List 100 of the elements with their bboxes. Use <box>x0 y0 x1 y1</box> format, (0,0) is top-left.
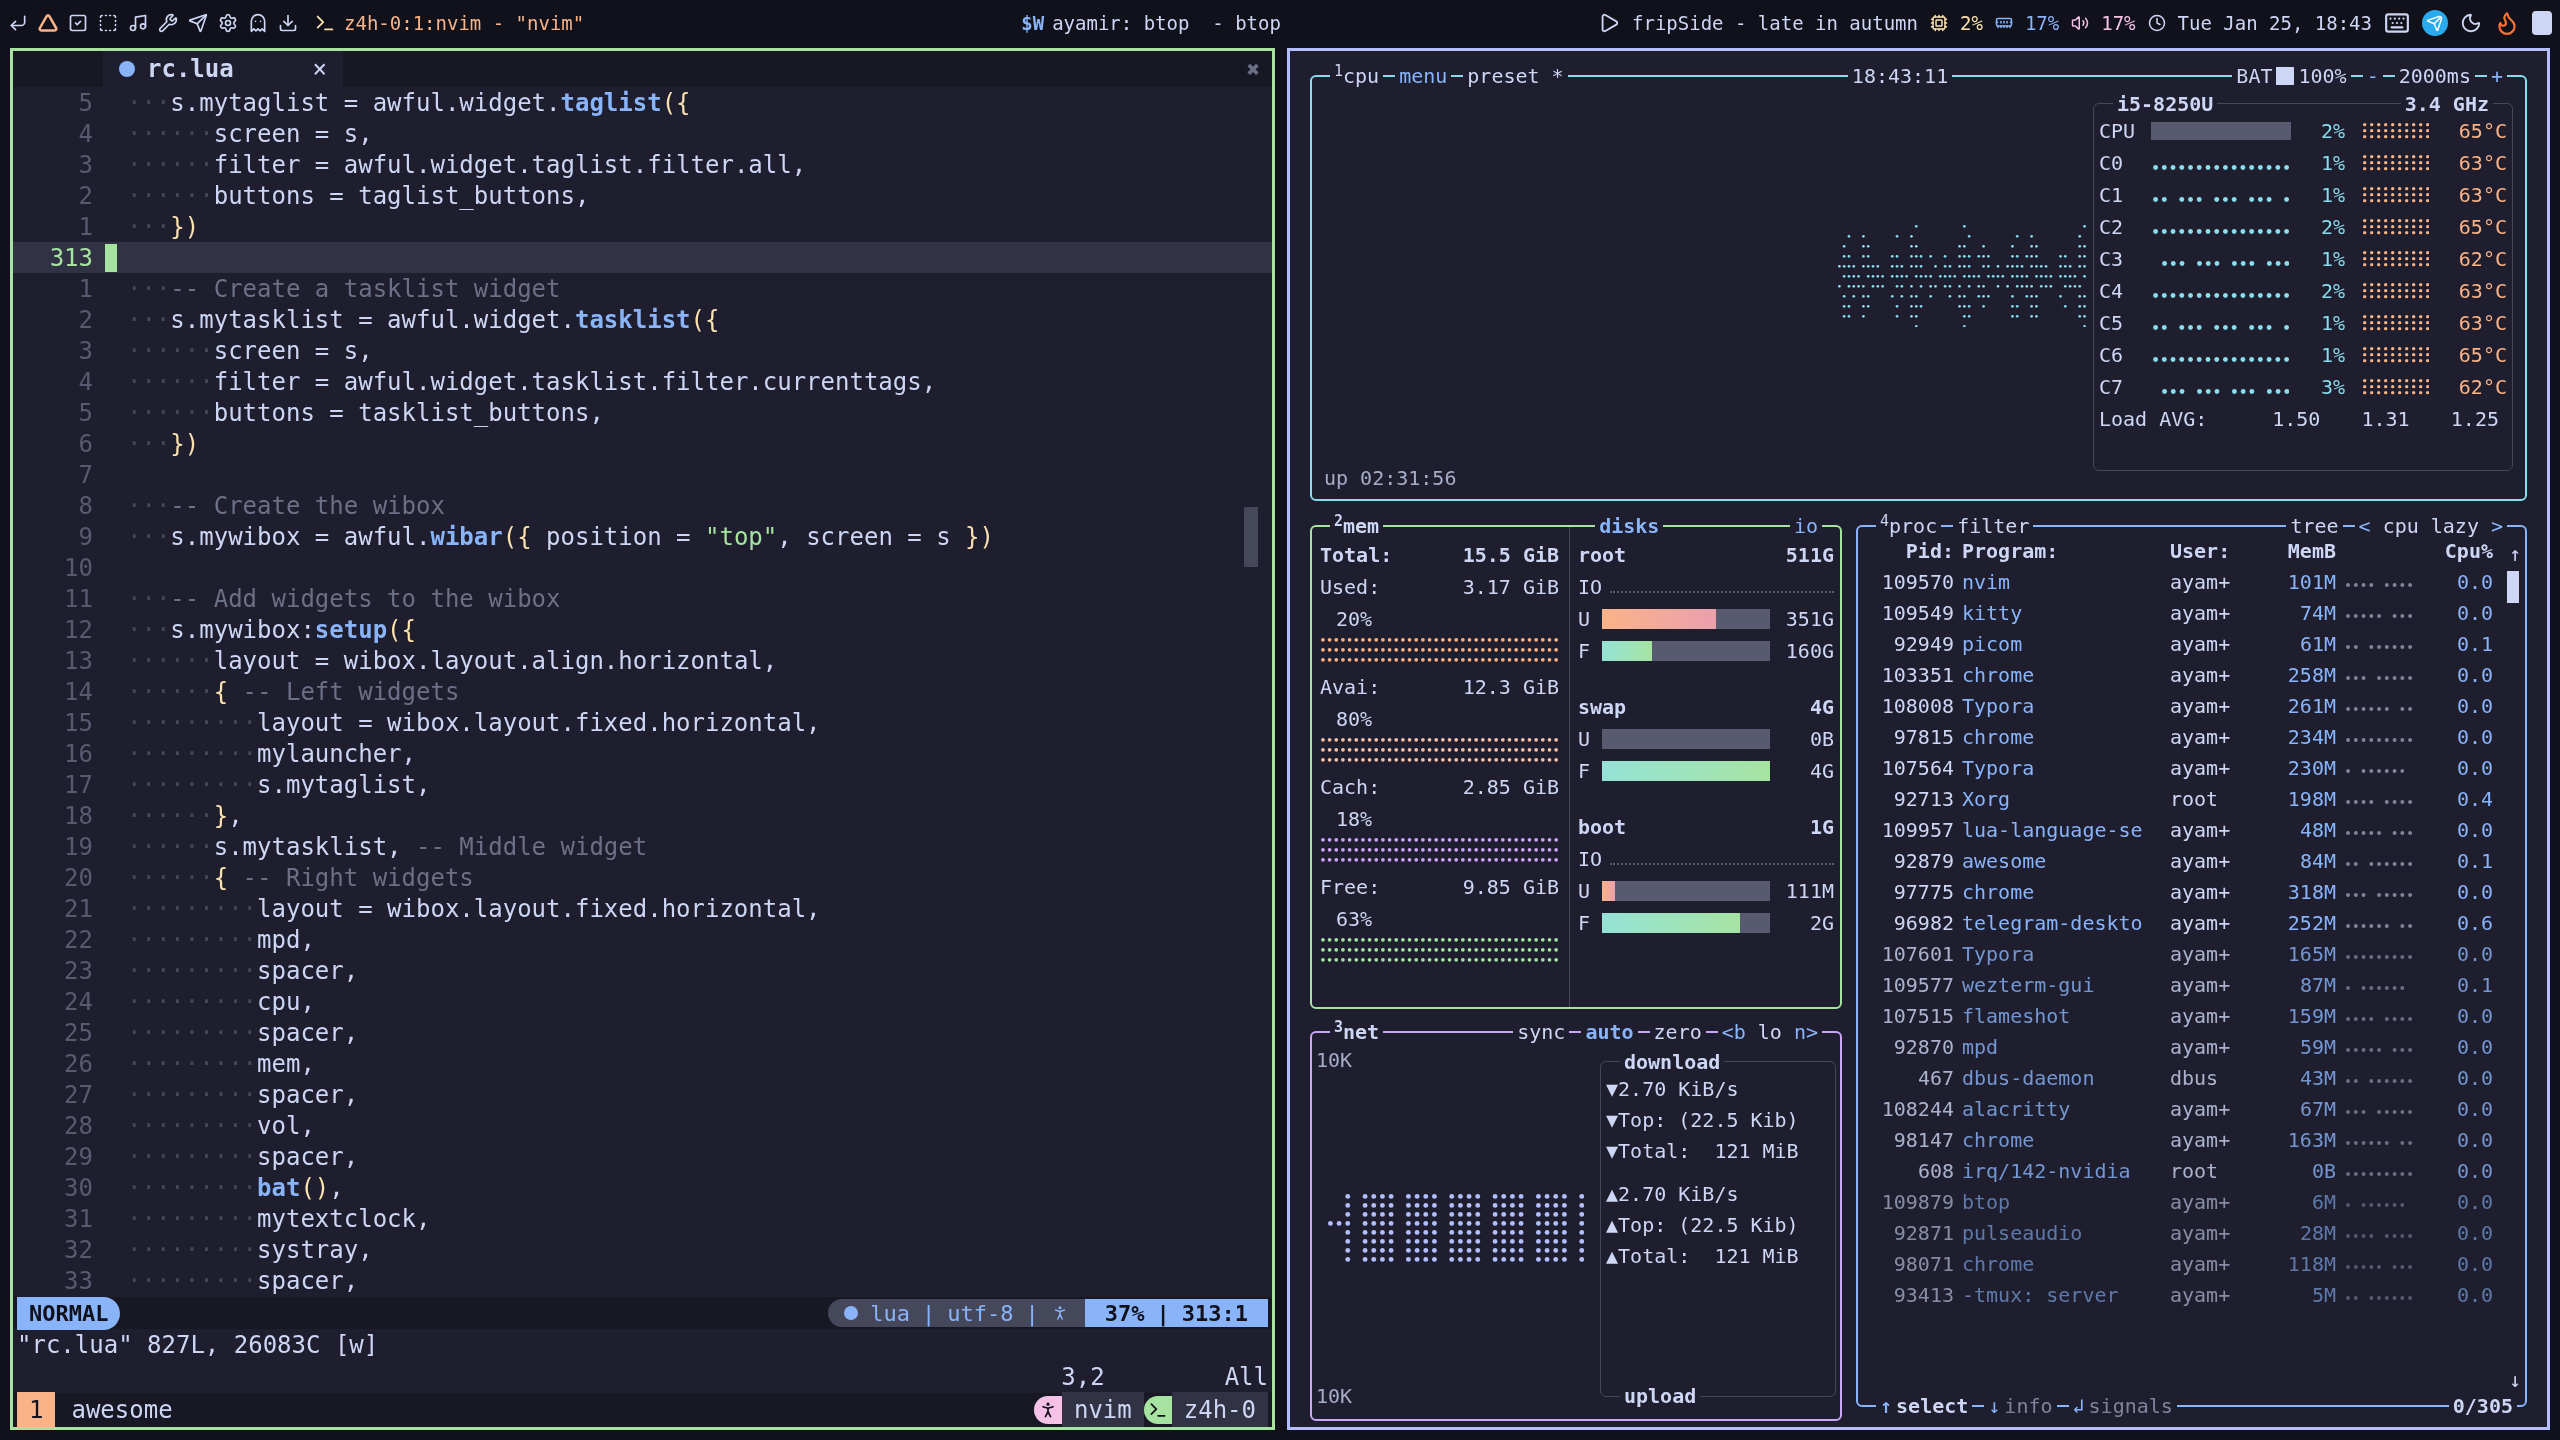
key-hint-arrow: ↲ <box>2072 1393 2085 1420</box>
cpu-cell-text: 0.0 <box>2455 1188 2493 1216</box>
memory-cell-text: 230M <box>2286 754 2336 782</box>
line-number: 3 <box>77 149 94 181</box>
code-line: ·········spacer, <box>127 1141 359 1173</box>
next-sort-label: > <box>2490 513 2503 540</box>
code-line: ·········spacer, <box>127 1079 359 1111</box>
load-average-value: 1.31 <box>2360 406 2411 433</box>
net-stat: Total: 121 MiB <box>1618 1137 1799 1165</box>
triangle-icon[interactable] <box>38 13 58 33</box>
column-header: User: <box>2170 537 2232 565</box>
core-temperature: 62°C <box>2458 374 2507 401</box>
scrollbar-thumb[interactable] <box>1244 507 1258 567</box>
user-cell-text: ayam+ <box>2170 754 2232 782</box>
user-cell-text: ayam+ <box>2170 568 2232 596</box>
scrollbar-thumb[interactable] <box>2507 571 2519 603</box>
memory-cell-text: 163M <box>2286 1126 2336 1154</box>
io-label: IO <box>1578 574 1603 601</box>
tab-close-button[interactable]: × <box>312 51 327 87</box>
file-tab[interactable]: rc.lua × <box>103 51 343 87</box>
disk-size: 1G <box>1809 814 1834 841</box>
code-line: ······s.mytasklist, -- Middle widget <box>127 831 648 863</box>
line-number: 24 <box>63 986 94 1018</box>
line-number: 28 <box>63 1110 94 1142</box>
memory-percent: 20% <box>1335 606 1374 633</box>
core-label: C3 <box>2099 246 2125 273</box>
temperature-graph <box>2362 283 2430 299</box>
memory-label: Total: <box>1320 542 1393 569</box>
core-usage-percent: 1% <box>2319 310 2345 337</box>
pid-cell-text: 92879 <box>1892 847 1954 875</box>
separator-text: | <box>922 1299 936 1329</box>
key-hint-label: info <box>2004 1393 2053 1420</box>
paper-plane-icon[interactable] <box>188 13 208 33</box>
app-glyph: $W <box>1021 10 1045 36</box>
key-hint-label: select <box>1896 1393 1969 1420</box>
user-cell-text: ayam+ <box>2170 723 2232 751</box>
cpu-history-graph <box>2345 1234 2413 1238</box>
keyboard-icon[interactable] <box>2384 10 2410 36</box>
cpu-cell-text: 0.0 <box>2455 1250 2493 1278</box>
line-number: 16 <box>63 738 94 770</box>
graph-scale-label: 10K <box>1316 1047 1354 1074</box>
line-number: 15 <box>63 707 94 739</box>
cpu-cell-text: 0.0 <box>2455 1281 2493 1309</box>
core-temperature: 65°C <box>2458 118 2507 145</box>
temperature-graph <box>2362 315 2430 331</box>
memory-cell-text: 67M <box>2298 1095 2336 1123</box>
download-icon[interactable] <box>278 13 298 33</box>
memory-percent: 18% <box>1335 806 1374 833</box>
disk-value: 351G <box>1784 606 1834 633</box>
user-cell-text: ayam+ <box>2170 1126 2232 1154</box>
message-text: "rc.lua" 827L, 26083C [w] <box>17 1330 379 1361</box>
moon-icon[interactable] <box>2460 12 2482 34</box>
cpu-cell-text: 0.0 <box>2455 1002 2493 1030</box>
sort-mode: cpu lazy <box>2382 513 2479 540</box>
code-line: ······screen = s, <box>127 335 373 367</box>
core-usage-percent: 3% <box>2319 374 2345 401</box>
ghost-icon[interactable] <box>248 13 268 33</box>
memory-cell-text: 59M <box>2298 1033 2336 1061</box>
net-stat: 2.70 KiB/s <box>1618 1075 1739 1103</box>
memory-label: Free: <box>1320 874 1381 901</box>
line-number: 5 <box>77 397 94 429</box>
cpu-cell-text: 0.0 <box>2455 1033 2493 1061</box>
line-number: 30 <box>63 1172 94 1204</box>
cpu-history-graph <box>2345 1172 2413 1176</box>
music-note-icon[interactable] <box>128 13 148 33</box>
memory-cell-text: 198M <box>2286 785 2336 813</box>
program-cell-text: Typora <box>1962 940 2036 968</box>
volume-text: 17% <box>2101 10 2136 36</box>
cpu-cell-text: 0.0 <box>2455 723 2493 751</box>
settings-icon[interactable] <box>218 13 238 33</box>
user-cell-text: ayam+ <box>2170 847 2232 875</box>
paper-plane-icon[interactable] <box>2422 10 2448 36</box>
corner-arrow-icon[interactable] <box>8 13 28 33</box>
line-number: 1 <box>77 211 94 243</box>
tab-title: rc.lua <box>147 54 234 85</box>
net-stat: Top: (22.5 Kib) <box>1618 1211 1799 1239</box>
wrench-icon[interactable] <box>158 13 178 33</box>
cpu-cell-text: 0.0 <box>2455 754 2493 782</box>
dashed-square-icon[interactable] <box>98 13 118 33</box>
checked-square-icon[interactable] <box>68 13 88 33</box>
cpu-cell-text: 0.0 <box>2455 568 2493 596</box>
upload-arrow: ▲ <box>1606 1211 1619 1239</box>
close-all-button[interactable]: ✖ <box>1246 52 1260 86</box>
code-line: ···s.mytasklist = awful.widget.tasklist({ <box>127 304 720 336</box>
memory-cell-text: 159M <box>2286 1002 2336 1030</box>
tray-square-icon[interactable] <box>2532 11 2552 35</box>
disk-value: 160G <box>1784 638 1834 665</box>
user-cell-text: ayam+ <box>2170 1250 2232 1278</box>
window-index[interactable]: 1 <box>17 1392 56 1427</box>
code-line: ···s.mywibox = awful.wibar({ position = "top", screen = s }) <box>127 521 994 553</box>
next-interface-label: n> <box>1793 1019 1818 1046</box>
temperature-graph <box>2362 187 2430 203</box>
line-number: 7 <box>77 459 94 491</box>
memory-value: 2.85 GiB <box>1462 774 1559 801</box>
memory-cell-text: 118M <box>2286 1250 2336 1278</box>
temperature-graph <box>2362 251 2430 267</box>
window-title: z4h-0:1:nvim - "nvim" <box>344 10 585 36</box>
cpu-cell-text: 0.0 <box>2455 816 2493 844</box>
pid-cell-text: 467 <box>1916 1064 1954 1092</box>
user-cell-text: ayam+ <box>2170 909 2232 937</box>
